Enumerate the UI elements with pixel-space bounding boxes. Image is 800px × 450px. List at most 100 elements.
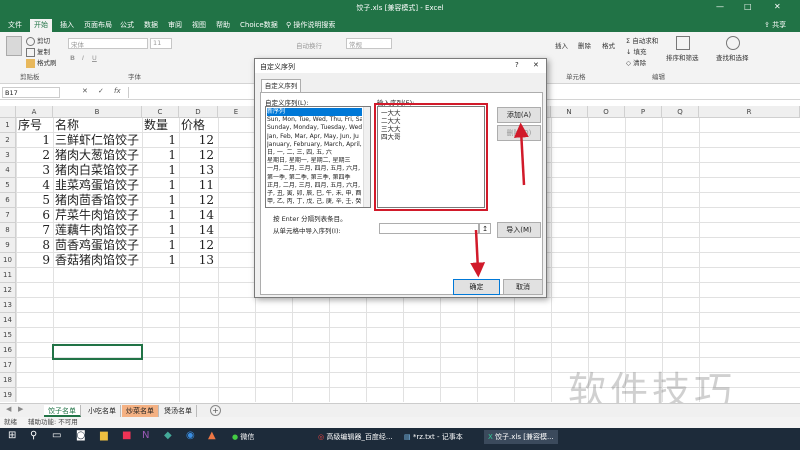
- row-header[interactable]: 10: [0, 253, 16, 268]
- cell-name[interactable]: 三鲜虾仁馅饺子: [55, 133, 140, 148]
- cell-name[interactable]: 莲藕牛肉馅饺子: [55, 223, 140, 238]
- app-icon[interactable]: ◆: [164, 430, 172, 441]
- font-size-select[interactable]: 11: [150, 38, 172, 49]
- row-header[interactable]: 17: [0, 358, 16, 373]
- enter-icon[interactable]: ✓: [98, 87, 104, 95]
- list-item-selected[interactable]: 新序列: [267, 108, 362, 116]
- list-item[interactable]: 日, 一, 二, 三, 四, 五, 六: [267, 149, 362, 157]
- cell-price[interactable]: 12: [181, 148, 214, 163]
- row-header[interactable]: 2: [0, 133, 16, 148]
- row-header[interactable]: 12: [0, 283, 16, 298]
- header-cell[interactable]: 数量: [144, 118, 168, 133]
- cell-seq[interactable]: 3: [18, 163, 50, 178]
- tab-data[interactable]: 数据: [140, 19, 162, 32]
- import-range-input[interactable]: [379, 223, 479, 234]
- chat-icon[interactable]: ◙: [76, 430, 86, 441]
- list-item[interactable]: 子, 丑, 寅, 卯, 辰, 巳, 午, 未, 申, 酉: [267, 190, 362, 198]
- edge-icon[interactable]: ◉: [186, 430, 195, 441]
- select-all-corner[interactable]: [0, 106, 16, 118]
- format-painter-button[interactable]: 格式刷: [26, 57, 57, 68]
- insert-function-icon[interactable]: fx: [114, 87, 121, 95]
- tab-view[interactable]: 视图: [188, 19, 210, 32]
- cell-qty[interactable]: 1: [144, 208, 176, 223]
- cell-name[interactable]: 芹菜牛肉馅饺子: [55, 208, 140, 223]
- cell-qty[interactable]: 1: [144, 163, 176, 178]
- tab-formulas[interactable]: 公式: [116, 19, 138, 32]
- app-icon[interactable]: ▲: [208, 430, 216, 441]
- accessibility-status[interactable]: 辅助功能: 不可用: [28, 417, 78, 428]
- selected-cell[interactable]: [52, 344, 143, 360]
- list-item[interactable]: 一月, 二月, 三月, 四月, 五月, 六月, 七: [267, 165, 362, 173]
- row-header[interactable]: 7: [0, 208, 16, 223]
- ok-button[interactable]: 确定: [453, 279, 500, 295]
- cell-qty[interactable]: 1: [144, 193, 176, 208]
- column-header[interactable]: D: [179, 106, 218, 118]
- cell-price[interactable]: 13: [181, 163, 214, 178]
- cell-seq[interactable]: 2: [18, 148, 50, 163]
- cell-name[interactable]: 茴香鸡蛋馅饺子: [55, 238, 140, 253]
- italic-icon[interactable]: I: [82, 54, 84, 62]
- column-header[interactable]: B: [53, 106, 142, 118]
- column-header[interactable]: P: [625, 106, 662, 118]
- add-sheet-button[interactable]: +: [210, 405, 221, 416]
- row-header[interactable]: 18: [0, 373, 16, 388]
- underline-icon[interactable]: U: [92, 54, 97, 62]
- list-item[interactable]: Jan, Feb, Mar, Apr, May, Jun, Ju: [267, 133, 362, 141]
- cell-seq[interactable]: 8: [18, 238, 50, 253]
- search-icon[interactable]: ⚲: [30, 430, 37, 441]
- find-select-button[interactable]: 查找和选择: [716, 52, 749, 62]
- format-cells-button[interactable]: 格式: [602, 40, 615, 50]
- taskbar-excel[interactable]: X 饺子.xls [兼容模...: [484, 430, 558, 444]
- list-item[interactable]: Sun, Mon, Tue, Wed, Thu, Fri, Sa: [267, 116, 362, 124]
- taskbar-notepad[interactable]: ▤ *rz.txt - 记事本: [404, 432, 463, 442]
- list-item[interactable]: 星期日, 星期一, 星期二, 星期三: [267, 157, 362, 165]
- column-header[interactable]: N: [551, 106, 588, 118]
- custom-lists-listbox[interactable]: 新序列 Sun, Mon, Tue, Wed, Thu, Fri, Sa Sunda…: [265, 106, 371, 208]
- tab-home[interactable]: 开始: [30, 19, 52, 32]
- app-icon[interactable]: ■: [122, 430, 131, 441]
- row-header[interactable]: 9: [0, 238, 16, 253]
- cell-name[interactable]: 猪肉大葱馅饺子: [55, 148, 140, 163]
- autosum-button[interactable]: Σ 自动求和: [626, 35, 658, 45]
- row-header[interactable]: 19: [0, 388, 16, 402]
- cell-qty[interactable]: 1: [144, 253, 176, 268]
- windows-start-icon[interactable]: ⊞: [8, 430, 16, 441]
- fill-button[interactable]: ↓ 填充: [626, 46, 647, 56]
- copy-button[interactable]: 复制: [26, 46, 50, 57]
- row-header[interactable]: 6: [0, 193, 16, 208]
- tab-page-layout[interactable]: 页面布局: [80, 19, 116, 32]
- column-header[interactable]: E: [218, 106, 255, 118]
- row-header[interactable]: 3: [0, 148, 16, 163]
- close-button[interactable]: ✕: [774, 2, 781, 11]
- onenote-icon[interactable]: N: [142, 430, 149, 441]
- sheet-tab-active[interactable]: 饺子名单: [44, 405, 81, 417]
- tab-review[interactable]: 审阅: [164, 19, 186, 32]
- cell-seq[interactable]: 6: [18, 208, 50, 223]
- font-name-select[interactable]: 宋体: [68, 38, 148, 49]
- insert-cells-button[interactable]: 插入: [555, 40, 568, 50]
- cell-price[interactable]: 14: [181, 208, 214, 223]
- tab-help[interactable]: 帮助: [212, 19, 234, 32]
- list-item[interactable]: 甲, 乙, 丙, 丁, 戊, 己, 庚, 辛, 壬, 癸: [267, 198, 362, 206]
- list-item[interactable]: January, February, March, April,: [267, 141, 362, 149]
- name-box[interactable]: B17: [2, 87, 60, 98]
- collapse-range-icon[interactable]: ↥: [479, 223, 491, 234]
- row-header[interactable]: 11: [0, 268, 16, 283]
- list-item[interactable]: 第一季, 第二季, 第三季, 第四季: [267, 174, 362, 182]
- column-header[interactable]: Q: [662, 106, 699, 118]
- cell-price[interactable]: 12: [181, 193, 214, 208]
- tab-file[interactable]: 文件: [4, 19, 26, 32]
- cell-name[interactable]: 韭菜鸡蛋馅饺子: [55, 178, 140, 193]
- row-header[interactable]: 4: [0, 163, 16, 178]
- cell-price[interactable]: 11: [181, 178, 214, 193]
- prev-sheet-icon[interactable]: ◀: [6, 405, 11, 413]
- number-format-select[interactable]: 常规: [346, 38, 392, 49]
- wrap-text-button[interactable]: 自动换行: [296, 40, 322, 50]
- column-header[interactable]: C: [142, 106, 179, 118]
- cell-price[interactable]: 13: [181, 253, 214, 268]
- file-explorer-icon[interactable]: ▆: [100, 430, 108, 441]
- share-button[interactable]: ⇪ 共享: [760, 19, 790, 32]
- sheet-tab[interactable]: 小吃名单: [84, 405, 121, 417]
- taskbar-chrome[interactable]: ◎ 高级编辑器_百度经...: [318, 432, 393, 442]
- row-header[interactable]: 13: [0, 298, 16, 313]
